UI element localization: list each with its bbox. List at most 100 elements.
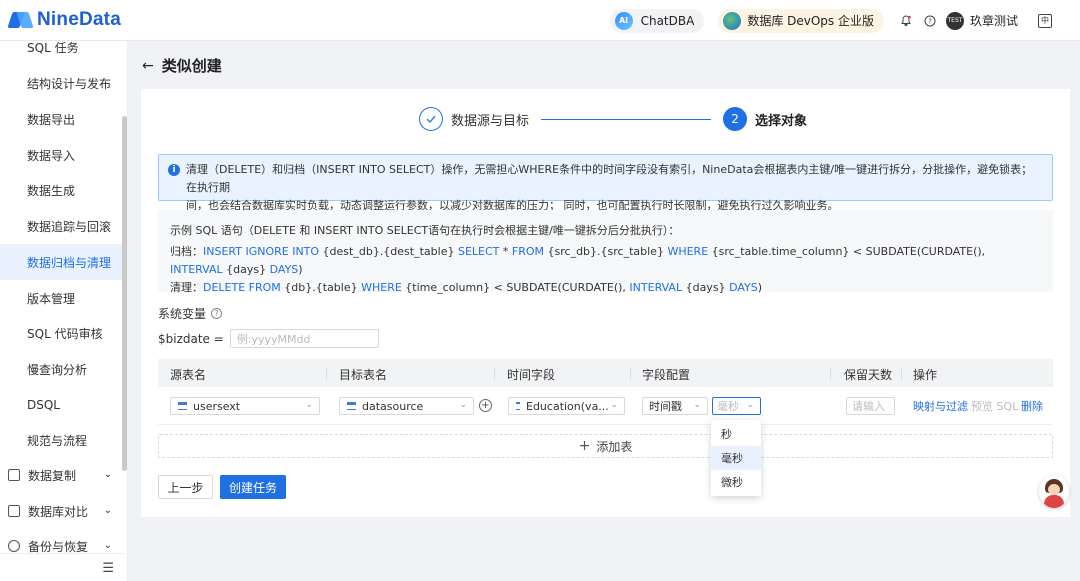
compare-icon bbox=[8, 505, 20, 517]
example-cleanup-line: 清理：DELETE FROM {db}.{table} WHERE {time_… bbox=[170, 279, 1041, 297]
collapse-menu-icon[interactable]: ☰ bbox=[102, 561, 114, 576]
add-table-button[interactable]: + 添加表 bbox=[158, 434, 1053, 458]
sql-keyword: FROM bbox=[511, 245, 545, 258]
th-target-table: 目标表名 bbox=[339, 368, 388, 382]
source-table-value: usersext bbox=[193, 399, 241, 413]
info-line-1: 清理（DELETE）和归档（INSERT INTO SELECT）操作，无需担心… bbox=[186, 163, 1033, 194]
logo[interactable]: NineData bbox=[7, 9, 121, 31]
sql-keyword: INTERVAL bbox=[170, 263, 223, 276]
unit-option-seconds[interactable]: 秒 bbox=[711, 422, 761, 446]
sql-text: {days} bbox=[222, 263, 270, 276]
back-arrow-icon[interactable]: ← bbox=[142, 58, 154, 74]
table-row: usersext ⌄ datasource ⌄ + Education(va..… bbox=[158, 387, 1053, 425]
globe-icon bbox=[723, 11, 742, 30]
sidebar-item-version-mgmt[interactable]: 版本管理 bbox=[0, 280, 124, 316]
sidebar-item-data-archive[interactable]: 数据归档与清理 bbox=[0, 244, 124, 280]
username[interactable]: 玖章测试 bbox=[970, 12, 1018, 29]
notification-bell-icon[interactable] bbox=[898, 13, 914, 29]
sidebar-item-data-export[interactable]: 数据导出 bbox=[0, 101, 124, 137]
logo-mark-icon bbox=[7, 9, 34, 31]
bizdate-input[interactable]: 例:yyyyMMdd bbox=[229, 329, 379, 348]
chatdba-button[interactable]: AI ChatDBA bbox=[609, 8, 705, 33]
table-icon bbox=[347, 402, 356, 410]
source-table-select[interactable]: usersext ⌄ bbox=[170, 397, 320, 415]
sql-keyword: DAYS bbox=[729, 281, 758, 294]
page-title: ← 类似创建 bbox=[142, 55, 222, 76]
sidebar-group-label: 备份与恢复 bbox=[28, 539, 89, 554]
top-header: NineData AI ChatDBA 数据库 DevOps 企业版 ? TES… bbox=[0, 0, 1080, 41]
th-separator bbox=[630, 367, 631, 380]
system-variables-label: 系统变量 ? bbox=[158, 305, 223, 322]
sidebar-group-compare[interactable]: 数据库对比 ⌄ bbox=[0, 493, 124, 529]
unit-option-milliseconds[interactable]: 毫秒 bbox=[711, 446, 761, 470]
backup-icon bbox=[8, 540, 20, 552]
chevron-down-icon: ⌄ bbox=[305, 400, 313, 410]
example-title: 示例 SQL 语句（DELETE 和 INSERT INTO SELECT语句在… bbox=[170, 224, 680, 237]
avatar[interactable]: TEST bbox=[945, 11, 964, 30]
cleanup-label: 清理： bbox=[170, 281, 203, 294]
unit-option-microseconds[interactable]: 微秒 bbox=[711, 470, 761, 494]
time-unit-dropdown: 秒 毫秒 微秒 bbox=[711, 420, 761, 496]
step-2-index: 2 bbox=[723, 107, 748, 131]
map-filter-link[interactable]: 映射与过滤 bbox=[913, 398, 968, 414]
chevron-down-icon: ⌄ bbox=[103, 469, 112, 480]
sidebar-item-sql-review[interactable]: SQL 代码审核 bbox=[0, 315, 124, 351]
sql-keyword: WHERE bbox=[361, 281, 402, 294]
sql-keyword: INSERT IGNORE INTO bbox=[203, 245, 320, 258]
delete-row-link[interactable]: 删除 bbox=[1021, 398, 1043, 414]
sql-keyword: DAYS bbox=[269, 263, 299, 276]
support-assistant-icon[interactable] bbox=[1039, 475, 1069, 508]
edition-label: 数据库 DevOps 企业版 bbox=[747, 14, 874, 28]
sql-example-box: 示例 SQL 语句（DELETE 和 INSERT INTO SELECT语句在… bbox=[158, 210, 1053, 294]
sidebar-group-label: 数据复制 bbox=[28, 468, 77, 483]
time-unit-select[interactable]: 毫秒 ⌄ bbox=[712, 397, 761, 415]
language-switch-icon[interactable]: 中 bbox=[1038, 13, 1052, 28]
sql-text: {time_column} < SUBDATE(CURDATE(), bbox=[401, 281, 630, 294]
sidebar-item-data-import[interactable]: 数据导入 bbox=[0, 137, 124, 173]
sql-text: ) bbox=[757, 281, 763, 294]
table-header: 源表名 目标表名 时间字段 字段配置 保留天数 操作 bbox=[158, 359, 1053, 387]
field-type-value: 时间戳 bbox=[649, 400, 682, 413]
chevron-down-icon: ⌄ bbox=[746, 400, 754, 410]
field-icon bbox=[516, 402, 520, 410]
sql-text: {src_db}.{src_table} bbox=[544, 245, 668, 258]
target-table-select[interactable]: datasource ⌄ bbox=[339, 397, 474, 415]
sql-text: ) bbox=[298, 263, 303, 276]
sidebar-group-replication[interactable]: 数据复制 ⌄ bbox=[0, 457, 124, 493]
sql-text: {days} bbox=[682, 281, 730, 294]
time-field-value: Education(va... bbox=[526, 399, 609, 413]
chevron-down-icon: ⌄ bbox=[610, 400, 618, 410]
sidebar-item-dsql[interactable]: DSQL bbox=[0, 387, 124, 423]
th-separator bbox=[326, 367, 327, 380]
sidebar-scrollbar[interactable] bbox=[122, 116, 127, 471]
sql-text: * bbox=[499, 245, 512, 258]
sidebar-item-schema-design[interactable]: 结构设计与发布 bbox=[0, 65, 124, 101]
chevron-down-icon: ⌄ bbox=[103, 540, 112, 551]
preview-sql-link[interactable]: 预览 SQL bbox=[971, 398, 1018, 414]
sidebar-item-data-generation[interactable]: 数据生成 bbox=[0, 172, 124, 208]
add-table-label: 添加表 bbox=[596, 439, 633, 454]
edition-button[interactable]: 数据库 DevOps 企业版 bbox=[718, 8, 884, 33]
svg-text:?: ? bbox=[928, 17, 932, 25]
chevron-down-icon: ⌄ bbox=[103, 505, 112, 516]
help-icon[interactable]: ? bbox=[922, 13, 938, 29]
prev-step-button[interactable]: 上一步 bbox=[158, 475, 213, 499]
example-archive-line: 归档：INSERT IGNORE INTO {dest_db}.{dest_ta… bbox=[170, 243, 1041, 279]
th-retain-days: 保留天数 bbox=[844, 368, 893, 382]
time-field-select[interactable]: Education(va... ⌄ bbox=[508, 397, 625, 415]
sql-keyword: WHERE bbox=[667, 245, 709, 258]
th-separator bbox=[830, 367, 831, 380]
retain-days-input[interactable]: 请输入 bbox=[846, 397, 895, 415]
add-target-icon[interactable]: + bbox=[479, 399, 492, 412]
sidebar-item-data-tracking[interactable]: 数据追踪与回滚 bbox=[0, 208, 124, 244]
sidebar-item-rules-flow[interactable]: 规范与流程 bbox=[0, 422, 124, 458]
step-done-check-icon bbox=[419, 107, 443, 131]
field-type-select[interactable]: 时间戳 ⌄ bbox=[642, 397, 708, 415]
create-task-button[interactable]: 创建任务 bbox=[220, 475, 286, 499]
th-separator bbox=[901, 367, 902, 380]
sql-text: {src_table.time_column} < SUBDATE(CURDAT… bbox=[708, 245, 986, 258]
sidebar-item-sql-task[interactable]: SQL 任务 bbox=[0, 29, 124, 65]
sidebar-item-slow-query[interactable]: 慢查询分析 bbox=[0, 351, 124, 387]
steps: 数据源与目标 2 选择对象 bbox=[419, 106, 807, 132]
help-circle-icon[interactable]: ? bbox=[211, 308, 223, 319]
